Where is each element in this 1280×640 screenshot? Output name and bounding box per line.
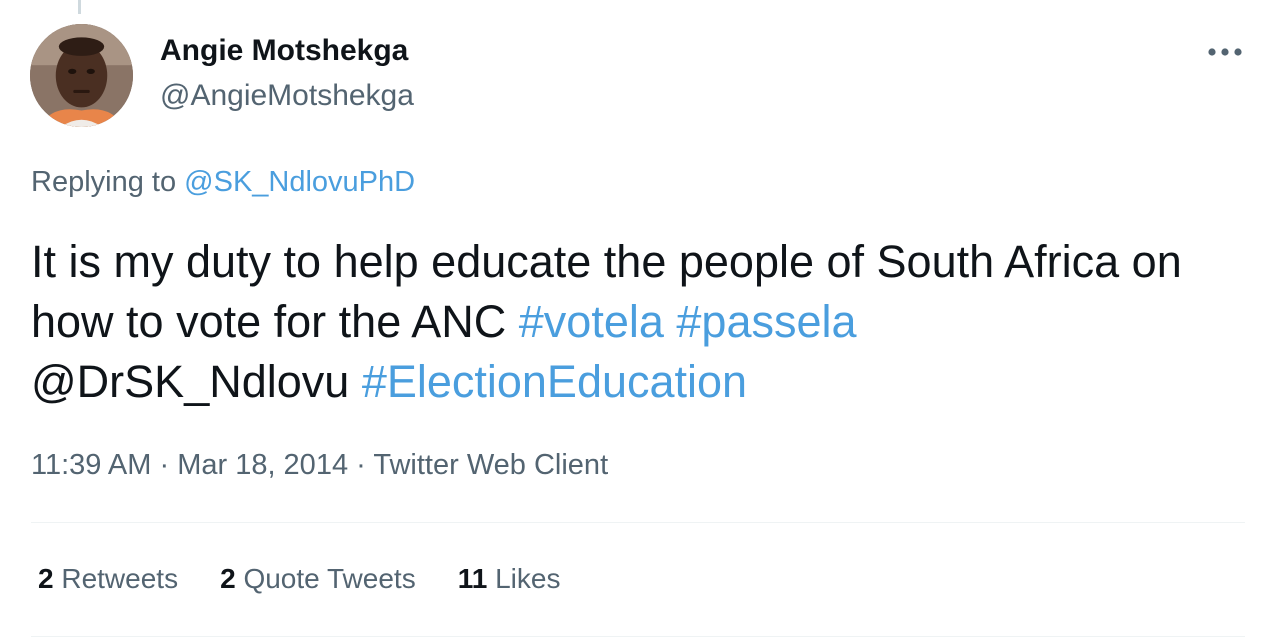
replying-to-line: Replying to @SK_NdlovuPhD (31, 166, 415, 199)
likes-label: Likes (495, 563, 561, 594)
avatar-image (30, 24, 133, 127)
likes-count: 11 (457, 563, 488, 594)
tweet-stats: 2 Retweets 2 Quote Tweets 11 Likes (38, 563, 560, 595)
more-options-button[interactable] (1200, 34, 1250, 70)
tweet-text: It is my duty to help educate the people… (31, 232, 1261, 412)
retweets-stat[interactable]: 2 Retweets (38, 563, 178, 595)
thread-connector-line (78, 0, 81, 14)
likes-stat[interactable]: 11 Likes (458, 563, 561, 595)
author-handle[interactable]: @AngieMotshekga (160, 79, 414, 113)
tweet-meta: 11:39 AM · Mar 18, 2014 · Twitter Web Cl… (31, 449, 608, 482)
reply-to-mention-link[interactable]: @SK_NdlovuPhD (184, 166, 415, 198)
hashtag-link[interactable]: #ElectionEducation (362, 356, 747, 407)
retweets-count: 2 (38, 563, 54, 594)
mention-text[interactable]: @DrSK_Ndlovu (31, 356, 349, 407)
tweet-client[interactable]: Twitter Web Client (373, 449, 608, 481)
replying-to-label: Replying to (31, 166, 177, 198)
quote-tweets-stat[interactable]: 2 Quote Tweets (220, 563, 416, 595)
meta-separator: · (159, 449, 170, 481)
meta-separator: · (356, 449, 366, 481)
tweet-card: Angie Motshekga @AngieMotshekga Replying… (0, 0, 1280, 640)
divider (31, 636, 1245, 637)
author-display-name[interactable]: Angie Motshekga (160, 34, 408, 68)
quote-tweets-count: 2 (220, 563, 236, 594)
avatar[interactable] (30, 24, 133, 127)
tweet-date[interactable]: Mar 18, 2014 (177, 449, 348, 481)
divider (31, 522, 1245, 523)
retweets-label: Retweets (61, 563, 179, 594)
hashtag-link[interactable]: #passela (676, 296, 856, 347)
quote-tweets-label: Quote Tweets (243, 563, 416, 594)
hashtag-link[interactable]: #votela (519, 296, 664, 347)
tweet-time[interactable]: 11:39 AM (31, 449, 151, 481)
more-horizontal-icon (1208, 48, 1242, 56)
